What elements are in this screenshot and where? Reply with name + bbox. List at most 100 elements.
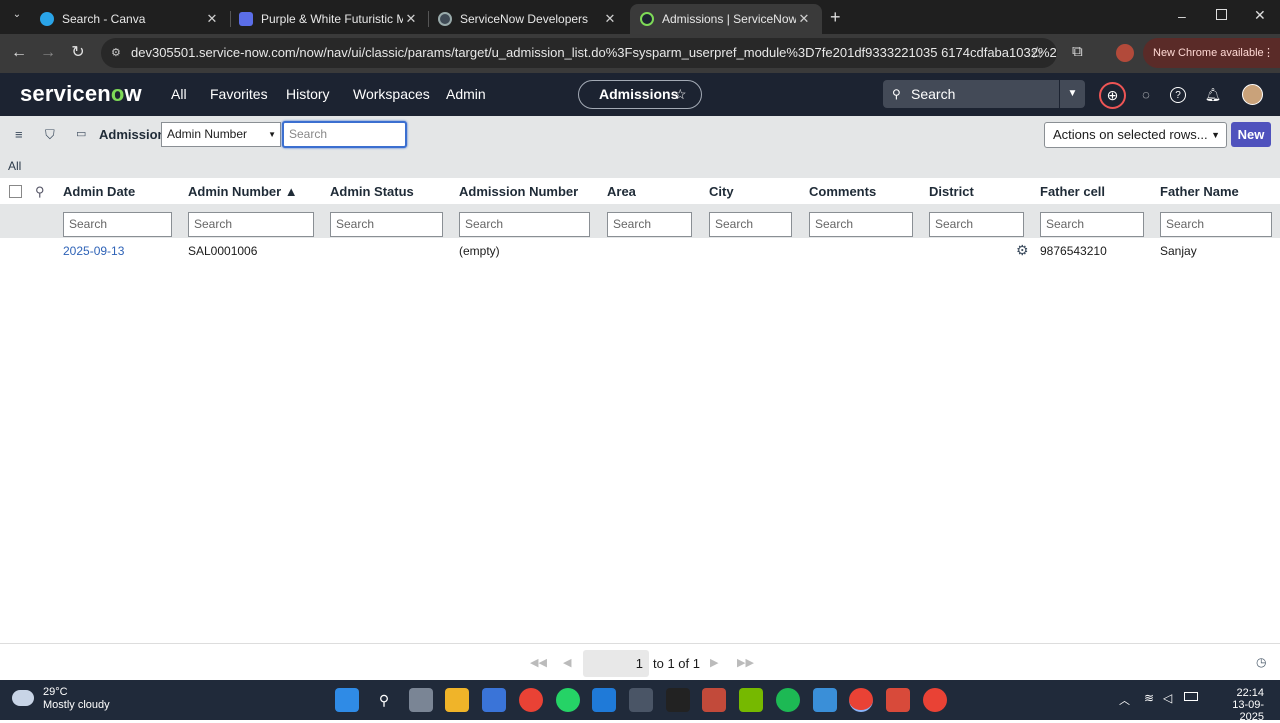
spotify-icon[interactable]	[776, 688, 800, 712]
search-icon[interactable]: ⚲	[372, 688, 396, 712]
list-search-input[interactable]: Search	[282, 121, 407, 148]
app-title-pill[interactable]: Admissions ☆	[578, 80, 702, 109]
column-city[interactable]: City	[709, 184, 734, 199]
update-chrome-button[interactable]: New Chrome available ⋮	[1143, 38, 1280, 68]
game-icon[interactable]	[666, 688, 690, 712]
tray-chevron-icon[interactable]: ︿	[1119, 692, 1130, 708]
column-admin-number[interactable]: Admin Number ▲	[188, 184, 298, 199]
favorite-star-icon[interactable]: ☆	[674, 81, 687, 108]
column-area[interactable]: Area	[607, 184, 636, 199]
filter-admission-number[interactable]: Search	[459, 212, 590, 237]
notepad-icon[interactable]	[813, 688, 837, 712]
new-tab-icon[interactable]: +	[830, 7, 841, 28]
new-button[interactable]: New	[1231, 122, 1271, 147]
filter-admin-status[interactable]: Search	[330, 212, 443, 237]
maximize-icon[interactable]	[1216, 9, 1227, 20]
column-district[interactable]: District	[929, 184, 974, 199]
close-icon[interactable]: ✕	[602, 11, 618, 27]
nav-all[interactable]: All	[171, 86, 187, 102]
chrome-icon[interactable]	[519, 688, 543, 712]
column-comments[interactable]: Comments	[809, 184, 876, 199]
close-icon[interactable]: ✕	[796, 11, 812, 27]
nav-workspaces[interactable]: Workspaces	[353, 86, 430, 102]
more-icon[interactable]: ⋮	[1263, 38, 1274, 68]
close-icon[interactable]: ✕	[204, 11, 220, 27]
app-icon[interactable]	[629, 688, 653, 712]
minimize-icon[interactable]: –	[1178, 8, 1186, 24]
tab-admissions[interactable]: Admissions | ServiceNow ✕	[630, 4, 822, 34]
system-clock[interactable]: 22:14 13-09-2025	[1212, 687, 1264, 723]
globe-icon[interactable]: ⊕	[1099, 82, 1126, 109]
battery-icon[interactable]	[1184, 692, 1198, 701]
bookmark-star-icon[interactable]: ☆	[1030, 43, 1044, 63]
search-scope-dropdown[interactable]: ▼	[1060, 80, 1085, 108]
windows-start-icon[interactable]	[335, 688, 359, 712]
store-icon[interactable]	[482, 688, 506, 712]
response-time-icon[interactable]: ◷	[1256, 655, 1266, 669]
task-view-icon[interactable]	[409, 688, 433, 712]
user-avatar[interactable]	[1242, 84, 1263, 105]
cell-admin-number: SAL0001006	[188, 244, 258, 258]
column-admin-date[interactable]: Admin Date	[63, 184, 135, 199]
nav-history[interactable]: History	[286, 86, 330, 102]
actions-select[interactable]: Actions on selected rows... ▼	[1044, 122, 1227, 148]
gear-icon[interactable]: ⚙	[1016, 242, 1029, 259]
search-columns-icon[interactable]: ⚲	[35, 184, 45, 200]
profile-avatar[interactable]	[1116, 44, 1134, 62]
filter-icon[interactable]: ⛉	[45, 127, 55, 143]
help-icon[interactable]: ?	[1170, 87, 1186, 103]
previous-page-icon[interactable]: ◀	[563, 656, 571, 669]
column-admin-status[interactable]: Admin Status	[330, 184, 414, 199]
tab-purple-white[interactable]: Purple & White Futuristic Music ✕	[229, 4, 429, 34]
game-icon[interactable]	[702, 688, 726, 712]
global-search-input[interactable]: ⚲ Search	[883, 80, 1059, 108]
cell-admin-date[interactable]: 2025-09-13	[63, 244, 124, 258]
last-page-icon[interactable]: ▶▶	[737, 656, 754, 669]
filter-area[interactable]: Search	[607, 212, 692, 237]
nvidia-icon[interactable]	[739, 688, 763, 712]
vscode-icon[interactable]	[592, 688, 616, 712]
filter-admin-date[interactable]: Search	[63, 212, 172, 237]
first-page-icon[interactable]: ◀◀	[530, 656, 547, 669]
filter-comments[interactable]: Search	[809, 212, 913, 237]
close-icon[interactable]: ✕	[403, 11, 419, 27]
bell-icon[interactable]: 🔔︎	[1204, 86, 1222, 104]
context-menu-icon[interactable]: ▭	[76, 127, 86, 140]
column-father-name[interactable]: Father Name	[1160, 184, 1239, 199]
back-icon[interactable]: ←	[8, 42, 30, 64]
tab-canva[interactable]: Search - Canva ✕	[30, 4, 230, 34]
filter-father-cell[interactable]: Search	[1040, 212, 1144, 237]
search-field-select[interactable]: Admin Number ▼	[161, 122, 281, 147]
menu-icon[interactable]: ≡	[15, 127, 23, 142]
app-icon[interactable]	[886, 688, 910, 712]
filter-father-name[interactable]: Search	[1160, 212, 1272, 237]
wifi-icon[interactable]: ≋	[1144, 691, 1154, 705]
breadcrumb[interactable]: All	[8, 159, 21, 173]
next-page-icon[interactable]: ▶	[710, 656, 718, 669]
forward-icon[interactable]: →	[37, 42, 59, 64]
filter-city[interactable]: Search	[709, 212, 792, 237]
filter-district[interactable]: Search	[929, 212, 1024, 237]
reload-icon[interactable]: ↻	[67, 42, 89, 64]
chrome-icon[interactable]	[923, 688, 947, 712]
address-bar[interactable]: ⚙ dev305501.service-now.com/now/nav/ui/c…	[101, 38, 1057, 68]
whatsapp-icon[interactable]	[556, 688, 580, 712]
servicenow-logo[interactable]: servicenow	[20, 81, 142, 107]
column-admission-number[interactable]: Admission Number	[459, 184, 578, 199]
nav-admin[interactable]: Admin	[446, 86, 486, 102]
chrome-icon[interactable]	[849, 688, 873, 712]
volume-icon[interactable]: ◁	[1163, 691, 1172, 705]
tab-servicenow-developers[interactable]: ServiceNow Developers ✕	[428, 4, 628, 34]
site-info-icon[interactable]: ⚙	[111, 38, 121, 68]
select-all-checkbox[interactable]	[9, 185, 22, 198]
filter-admin-number[interactable]: Search	[188, 212, 314, 237]
extensions-icon[interactable]: ⧉	[1072, 43, 1083, 60]
column-father-cell[interactable]: Father cell	[1040, 184, 1105, 199]
page-number-input[interactable]: 1	[583, 650, 649, 677]
nav-favorites[interactable]: Favorites	[210, 86, 268, 102]
file-explorer-icon[interactable]	[445, 688, 469, 712]
weather-text: Mostly cloudy	[43, 699, 110, 711]
close-window-icon[interactable]: ✕	[1254, 7, 1266, 24]
chat-icon[interactable]: ◌	[1137, 86, 1155, 104]
tab-search-icon[interactable]: ⌄	[10, 9, 24, 23]
